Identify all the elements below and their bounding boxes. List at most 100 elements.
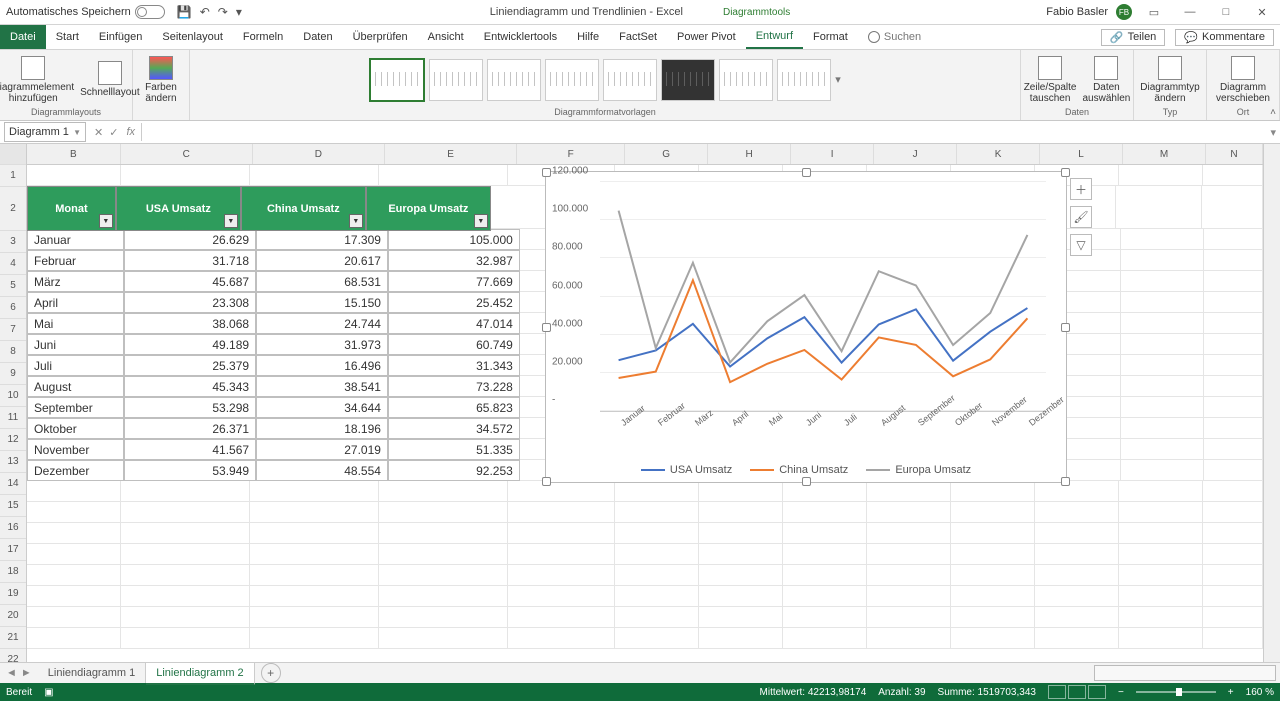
- cell[interactable]: [379, 523, 508, 544]
- cell[interactable]: [1035, 607, 1119, 628]
- cell[interactable]: [699, 628, 783, 649]
- column-header[interactable]: K: [957, 144, 1040, 164]
- table-cell[interactable]: 47.014: [388, 313, 520, 334]
- table-header[interactable]: Monat▼: [27, 186, 116, 231]
- chart-style-7[interactable]: [719, 59, 773, 101]
- cell[interactable]: [508, 586, 615, 607]
- cell[interactable]: [615, 607, 699, 628]
- quick-layout-button[interactable]: Schnelllayout: [80, 61, 139, 98]
- cell[interactable]: [1119, 586, 1203, 607]
- tab-ansicht[interactable]: Ansicht: [418, 25, 474, 49]
- table-cell[interactable]: 41.567: [124, 439, 256, 460]
- cell[interactable]: [951, 502, 1035, 523]
- enter-formula-icon[interactable]: ✓: [109, 126, 118, 139]
- cell[interactable]: [1203, 628, 1263, 649]
- name-box[interactable]: Diagramm 1▼: [4, 122, 86, 142]
- cell[interactable]: [1119, 544, 1203, 565]
- tab-format[interactable]: Format: [803, 25, 858, 49]
- cell[interactable]: [867, 481, 951, 502]
- table-cell[interactable]: 31.718: [124, 250, 256, 271]
- cell[interactable]: [379, 586, 508, 607]
- chart-styles-button[interactable]: 🖌: [1070, 206, 1092, 228]
- tab-formeln[interactable]: Formeln: [233, 25, 293, 49]
- table-cell[interactable]: Dezember: [27, 460, 124, 481]
- zoom-level[interactable]: 160 %: [1246, 687, 1274, 698]
- cell[interactable]: [783, 607, 867, 628]
- table-cell[interactable]: 16.496: [256, 355, 388, 376]
- cell[interactable]: [1202, 186, 1263, 229]
- table-cell[interactable]: 68.531: [256, 271, 388, 292]
- table-cell[interactable]: März: [27, 271, 124, 292]
- close-icon[interactable]: ✕: [1248, 2, 1276, 22]
- expand-formula-bar-icon[interactable]: ▾: [1266, 126, 1280, 139]
- collapse-ribbon-icon[interactable]: ˄: [1270, 107, 1276, 118]
- row-header[interactable]: 15: [0, 495, 26, 517]
- row-header[interactable]: 4: [0, 253, 26, 275]
- tab-power pivot[interactable]: Power Pivot: [667, 25, 746, 49]
- table-cell[interactable]: 18.196: [256, 418, 388, 439]
- tab-hilfe[interactable]: Hilfe: [567, 25, 609, 49]
- table-cell[interactable]: 45.343: [124, 376, 256, 397]
- minimize-icon[interactable]: —: [1176, 2, 1204, 22]
- cell[interactable]: [1035, 544, 1119, 565]
- cell[interactable]: [121, 502, 250, 523]
- chart-style-5[interactable]: [603, 59, 657, 101]
- cell[interactable]: [1035, 628, 1119, 649]
- chart-plot-area[interactable]: -20.00040.00060.00080.000100.000120.000: [600, 182, 1046, 412]
- cell[interactable]: [121, 481, 250, 502]
- fx-icon[interactable]: fx: [126, 126, 135, 138]
- cell[interactable]: [1204, 313, 1263, 334]
- move-chart-button[interactable]: Diagramm verschieben: [1213, 56, 1273, 104]
- cell[interactable]: [121, 628, 250, 649]
- cell[interactable]: [1121, 397, 1204, 418]
- cell[interactable]: [1204, 271, 1263, 292]
- cell[interactable]: [1119, 502, 1203, 523]
- cell[interactable]: [508, 502, 615, 523]
- cell[interactable]: [1121, 229, 1204, 250]
- cell[interactable]: [951, 481, 1035, 502]
- cell[interactable]: [615, 586, 699, 607]
- cell[interactable]: [1121, 271, 1204, 292]
- tab-seitenlayout[interactable]: Seitenlayout: [152, 25, 233, 49]
- cell[interactable]: [379, 565, 508, 586]
- cell[interactable]: [867, 586, 951, 607]
- filter-dropdown-icon[interactable]: ▼: [474, 214, 488, 228]
- cell[interactable]: [379, 481, 508, 502]
- chart-style-6[interactable]: [661, 59, 715, 101]
- tab-einfügen[interactable]: Einfügen: [89, 25, 152, 49]
- column-header[interactable]: L: [1040, 144, 1123, 164]
- cell[interactable]: [699, 607, 783, 628]
- row-header[interactable]: 9: [0, 363, 26, 385]
- cell[interactable]: [867, 607, 951, 628]
- table-cell[interactable]: 20.617: [256, 250, 388, 271]
- cell[interactable]: [1204, 334, 1263, 355]
- tab-nav-next-icon[interactable]: ►: [21, 667, 32, 679]
- row-header[interactable]: 19: [0, 583, 26, 605]
- cell[interactable]: [699, 502, 783, 523]
- cell[interactable]: [783, 502, 867, 523]
- cell[interactable]: [27, 607, 121, 628]
- cell[interactable]: [1204, 229, 1263, 250]
- table-cell[interactable]: 53.298: [124, 397, 256, 418]
- table-cell[interactable]: 60.749: [388, 334, 520, 355]
- row-header[interactable]: 5: [0, 275, 26, 297]
- chart-object[interactable]: -20.00040.00060.00080.000100.000120.000 …: [545, 171, 1067, 483]
- column-header[interactable]: B: [27, 144, 121, 164]
- cell[interactable]: [27, 586, 121, 607]
- cell[interactable]: [1119, 607, 1203, 628]
- column-header[interactable]: C: [121, 144, 253, 164]
- cell[interactable]: [1119, 523, 1203, 544]
- cell[interactable]: [1119, 165, 1203, 186]
- chart-style-2[interactable]: [429, 59, 483, 101]
- cell[interactable]: [508, 607, 615, 628]
- cell[interactable]: [1204, 460, 1263, 481]
- cell[interactable]: [951, 586, 1035, 607]
- cancel-formula-icon[interactable]: ✕: [94, 126, 103, 139]
- table-cell[interactable]: 73.228: [388, 376, 520, 397]
- tab-factset[interactable]: FactSet: [609, 25, 667, 49]
- table-header[interactable]: China Umsatz▼: [241, 186, 366, 231]
- select-data-button[interactable]: Daten auswählen: [1083, 56, 1131, 104]
- cell[interactable]: [121, 586, 250, 607]
- cell[interactable]: [121, 523, 250, 544]
- resize-handle-n[interactable]: [802, 168, 811, 177]
